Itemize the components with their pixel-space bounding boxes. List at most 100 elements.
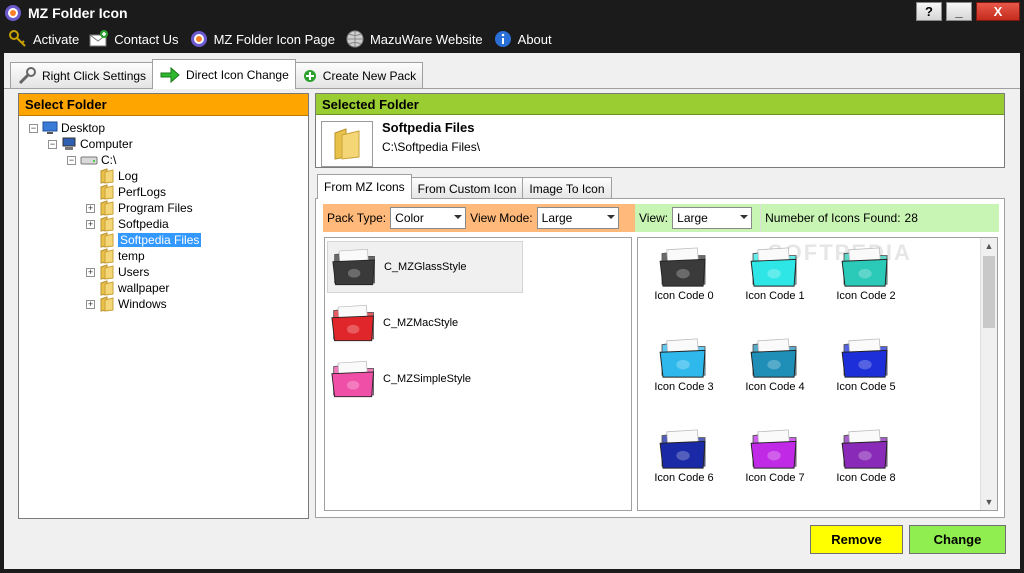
options-bar: Pack Type: Color View Mode: Large View: … <box>323 204 999 232</box>
tab-image-to-icon[interactable]: Image To Icon <box>522 177 612 199</box>
icon-grid-item[interactable]: Icon Code 0 <box>644 238 724 318</box>
desktop-icon <box>42 121 58 134</box>
icon-code-label: Icon Code 8 <box>836 472 896 484</box>
icon-grid-item[interactable]: Icon Code 7 <box>735 420 815 500</box>
menu-contact-us[interactable]: Contact Us <box>89 29 179 49</box>
folder-icon <box>750 247 797 287</box>
icon-code-label: Icon Code 5 <box>836 381 896 393</box>
main-frame: Right Click Settings Direct Icon Change … <box>4 53 1020 569</box>
folder-icon <box>100 248 114 264</box>
tree-node-label: Computer <box>80 137 133 151</box>
app-logo-icon <box>5 4 21 21</box>
menu-app-page-label: MZ Folder Icon Page <box>213 31 335 47</box>
pack-type-label: Pack Type: <box>327 211 387 225</box>
folder-icon <box>100 264 114 280</box>
pack-type-select[interactable]: Color <box>390 207 467 229</box>
tab-from-custom-icon[interactable]: From Custom Icon <box>410 177 524 199</box>
collapse-icon[interactable]: − <box>48 139 57 149</box>
folder-icon <box>659 247 706 287</box>
view-label: View: <box>639 211 669 225</box>
expand-icon[interactable]: + <box>86 267 95 277</box>
view-mode-select[interactable]: Large <box>536 207 619 229</box>
tree-node[interactable]: − C:\ <box>19 152 308 168</box>
style-list-item[interactable]: C_MZSimpleStyle <box>327 353 523 405</box>
tree-node[interactable]: PerfLogs <box>19 184 308 200</box>
icon-grid-item[interactable]: Icon Code 4 <box>735 329 815 409</box>
scroll-up-icon[interactable]: ▲ <box>981 238 997 254</box>
icon-grid: SOFTPEDIA ▲ ▼ Icon Code 0 Icon Code 1 Icon… <box>637 237 998 511</box>
tree-node[interactable]: temp <box>19 248 308 264</box>
folder-icon <box>100 184 114 200</box>
selected-folder-panel: Selected Folder Softpedia Files C:\Softp… <box>315 93 1005 168</box>
tree-node[interactable]: + Users <box>19 264 308 280</box>
tree-node[interactable]: Log <box>19 168 308 184</box>
expand-icon[interactable]: + <box>86 219 95 229</box>
icon-grid-item[interactable]: Icon Code 3 <box>644 329 724 409</box>
folder-icon <box>659 338 706 378</box>
tree-node[interactable]: + Program Files <box>19 200 308 216</box>
tree-node[interactable]: wallpaper <box>19 280 308 296</box>
icon-grid-item[interactable]: Icon Code 6 <box>644 420 724 500</box>
tab-direct-icon-change[interactable]: Direct Icon Change <box>152 59 296 89</box>
style-list-item[interactable]: C_MZGlassStyle <box>327 241 523 293</box>
tree-node-label: Log <box>118 169 139 183</box>
change-button[interactable]: Change <box>909 525 1006 554</box>
icon-grid-item[interactable]: Icon Code 1 <box>735 238 815 318</box>
folder-preview <box>321 121 373 167</box>
view-select[interactable]: Large <box>672 207 753 229</box>
folder-icon <box>750 429 797 469</box>
tree-node[interactable]: − Computer <box>19 136 308 152</box>
tree-node[interactable]: − Desktop <box>19 120 308 136</box>
folder-icon <box>100 200 114 216</box>
green-arrow-icon <box>160 66 180 83</box>
folder-icon <box>100 296 114 312</box>
folder-icon <box>841 338 888 378</box>
menu-about[interactable]: About <box>493 29 552 49</box>
icon-code-label: Icon Code 1 <box>745 290 805 302</box>
tree-node[interactable]: + Windows <box>19 296 308 312</box>
scroll-thumb[interactable] <box>983 256 995 328</box>
icons-found-label: Numeber of Icons Found: <box>765 211 901 225</box>
view-value: Large <box>677 211 708 225</box>
collapse-icon[interactable]: − <box>29 123 38 133</box>
close-button[interactable]: X <box>976 2 1020 21</box>
expand-icon[interactable]: + <box>86 203 95 213</box>
folder-icon <box>334 128 360 160</box>
folder-icon <box>750 338 797 378</box>
tab-create-new-pack[interactable]: Create New Pack <box>294 62 424 88</box>
menu-activate[interactable]: Activate <box>8 29 79 49</box>
icon-grid-item[interactable]: Icon Code 2 <box>826 238 906 318</box>
collapse-icon[interactable]: − <box>67 155 76 165</box>
tab-create-pack-label: Create New Pack <box>322 68 417 83</box>
tree-node[interactable]: + Softpedia <box>19 216 308 232</box>
menu-bar: Activate Contact Us MZ Folder Icon Page … <box>0 25 1024 53</box>
mz-icons-content: Pack Type: Color View Mode: Large View: … <box>315 198 1005 518</box>
tree-node-label: Desktop <box>61 121 106 135</box>
select-folder-header: Select Folder <box>19 94 308 116</box>
add-icon <box>303 69 316 82</box>
source-tabs: From MZ Icons From Custom Icon Image To … <box>317 174 612 199</box>
tab-right-click-label: Right Click Settings <box>42 68 147 83</box>
tree-node[interactable]: Softpedia Files <box>19 232 308 248</box>
globe-icon <box>346 30 364 48</box>
help-button[interactable]: ? <box>916 2 942 21</box>
remove-button[interactable]: Remove <box>810 525 903 554</box>
keys-icon <box>9 30 26 47</box>
tab-right-click-settings[interactable]: Right Click Settings <box>10 62 154 88</box>
tree-node-label: Users <box>118 265 150 279</box>
style-list-item[interactable]: C_MZMacStyle <box>327 297 523 349</box>
folder-style-icon <box>331 360 374 398</box>
tab-from-mz-icons[interactable]: From MZ Icons <box>317 174 412 199</box>
icon-code-label: Icon Code 2 <box>836 290 896 302</box>
minimize-button[interactable]: _ <box>946 2 972 21</box>
icon-grid-item[interactable]: Icon Code 8 <box>826 420 906 500</box>
menu-app-page[interactable]: MZ Folder Icon Page <box>189 29 335 49</box>
icon-grid-scrollbar[interactable]: ▲ ▼ <box>980 238 997 510</box>
menu-website[interactable]: MazuWare Website <box>345 29 483 49</box>
menu-contact-label: Contact Us <box>114 31 179 47</box>
icon-code-label: Icon Code 4 <box>745 381 805 393</box>
view-options: View: Large Numeber of Icons Found: 28 <box>635 204 999 232</box>
scroll-down-icon[interactable]: ▼ <box>981 494 997 510</box>
icon-grid-item[interactable]: Icon Code 5 <box>826 329 906 409</box>
expand-icon[interactable]: + <box>86 299 95 309</box>
